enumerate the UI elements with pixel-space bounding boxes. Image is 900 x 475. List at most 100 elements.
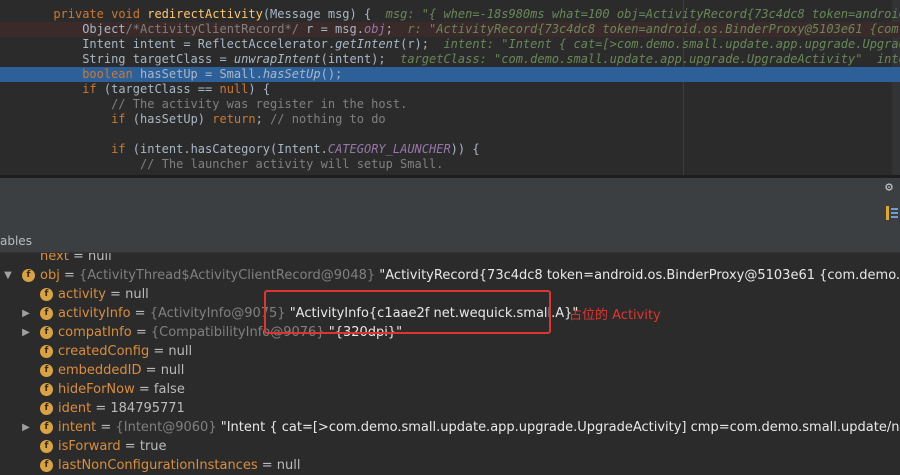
code-line[interactable]: // The activity was register in the host… — [0, 97, 900, 112]
code-line[interactable]: Object/*ActivityClientRecord*/ r = msg.o… — [0, 22, 900, 37]
code-token: msg: "{ when=-18s980ms what=100 obj=Acti… — [385, 7, 900, 21]
field-icon: f — [40, 459, 53, 472]
variable-equals: = — [131, 325, 151, 340]
variable-value: null — [125, 287, 149, 302]
code-token: ) { — [248, 82, 271, 96]
variable-name: lastNonConfigurationInstances — [58, 458, 258, 473]
variable-content: lastNonConfigurationInstances = null — [58, 456, 300, 475]
code-line[interactable] — [0, 127, 900, 142]
code-token: private void — [53, 7, 148, 21]
variable-row-createdConfig[interactable]: f createdConfig = null — [0, 342, 900, 361]
variable-name: activity — [58, 287, 106, 302]
variable-content: createdConfig = null — [58, 342, 192, 361]
code-token: (intent); — [320, 52, 401, 66]
code-token: (Message msg) { — [262, 7, 386, 21]
code-line-text: private void redirectActivity(Message ms… — [53, 7, 900, 22]
variable-equals: = — [105, 287, 126, 302]
code-token: Object — [82, 22, 126, 36]
variable-value: null — [160, 363, 185, 378]
code-line[interactable]: if (targetClass == null) { — [0, 82, 900, 97]
code-line[interactable]: if (intent.hasCategory(Intent.CATEGORY_L… — [0, 142, 900, 157]
variable-name: compatInfo — [58, 325, 132, 340]
code-token: // nothing to do — [270, 112, 386, 126]
expand-right-icon[interactable]: ▶ — [21, 418, 31, 437]
variable-equals: = — [59, 268, 79, 283]
code-editor[interactable]: private void redirectActivity(Message ms… — [0, 0, 900, 175]
code-line[interactable]: boolean hasSetUp = Small.hasSetUp(); — [0, 67, 900, 82]
variable-type: {Intent@9060} — [115, 420, 217, 435]
variable-row-lastNonConfigurationInstances[interactable]: f lastNonConfigurationInstances = null — [0, 456, 900, 475]
code-token: redirectActivity — [147, 7, 263, 21]
field-icon: f — [40, 345, 53, 358]
code-token: hasSetUp — [262, 67, 321, 81]
variable-row-next[interactable]: next = null — [0, 253, 900, 266]
variable-content: embeddedID = null — [58, 361, 184, 380]
variable-content: next = null — [40, 253, 112, 266]
variable-row-obj[interactable]: ▼ f obj = {ActivityThread$ActivityClientRe… — [0, 266, 900, 285]
code-line-text: String targetClass = unwrapIntent(intent… — [82, 52, 900, 67]
code-token: getIntent — [335, 37, 401, 51]
code-token: if — [111, 112, 133, 126]
code-token: (intent.hasCategory(Intent. — [132, 142, 328, 156]
variable-content: intent = {Intent@9060} "Intent { cat=[>c… — [58, 418, 900, 437]
expand-right-icon[interactable]: ▶ — [21, 323, 31, 342]
code-token: ; — [385, 22, 408, 36]
code-line-text: Intent intent = ReflectAccelerator.getIn… — [82, 37, 900, 52]
code-line[interactable]: String targetClass = unwrapIntent(intent… — [0, 52, 900, 67]
code-line[interactable]: Intent intent = ReflectAccelerator.getIn… — [0, 37, 900, 52]
annotation-label: 占位的 Activity — [569, 308, 661, 323]
variable-name: activityInfo — [58, 306, 131, 321]
variable-value: "Intent { cat=[>com.demo.small.update.ap… — [216, 420, 900, 435]
variable-row-intent[interactable]: ▶ f intent = {Intent@9060} "Intent { cat=[… — [0, 418, 900, 437]
variable-row-embeddedID[interactable]: f embeddedID = null — [0, 361, 900, 380]
field-icon: f — [40, 307, 53, 320]
variables-panel-header: ables — [0, 230, 900, 253]
expand-right-icon[interactable]: ▶ — [21, 304, 31, 323]
variable-name: obj — [40, 268, 60, 283]
code-token: null — [219, 82, 249, 96]
field-icon: f — [40, 326, 53, 339]
variables-panel-title: ables — [0, 234, 32, 248]
code-token: unwrapIntent — [233, 52, 321, 66]
code-token: (hasSetUp) — [132, 112, 213, 126]
variable-equals: = — [134, 382, 154, 397]
variable-value: null — [168, 344, 193, 359]
code-line[interactable]: // The launcher activity will setup Smal… — [0, 157, 900, 172]
code-token: (targetClass == — [103, 82, 220, 96]
variable-row-isForward[interactable]: f isForward = true — [0, 437, 900, 456]
code-token: // The launcher activity will setup Smal… — [139, 157, 444, 171]
code-token: CATEGORY_LAUNCHER — [327, 142, 451, 156]
variable-equals: = — [96, 420, 116, 435]
code-line[interactable]: private void redirectActivity(Message ms… — [0, 7, 900, 22]
field-icon: f — [40, 421, 53, 434]
variable-row-hideForNow[interactable]: f hideForNow = false — [0, 380, 900, 399]
code-token: )) { — [450, 142, 480, 156]
code-line-text: if (intent.hasCategory(Intent.CATEGORY_L… — [111, 142, 480, 157]
variable-equals: = — [257, 458, 277, 473]
field-icon: f — [40, 383, 53, 396]
code-line-text: // The activity was register in the host… — [111, 97, 407, 112]
code-token: ; — [255, 112, 271, 126]
code-token: if — [111, 142, 133, 156]
variables-tree[interactable]: next = null ▼ f obj = {ActivityThread$Activ… — [0, 253, 900, 475]
code-token: if — [82, 82, 104, 96]
variable-value: false — [153, 382, 185, 397]
field-icon: f — [40, 402, 53, 415]
code-line[interactable]: if (hasSetUp) return; // nothing to do — [0, 112, 900, 127]
code-line-text: Object/*ActivityClientRecord*/ r = msg.o… — [82, 22, 900, 37]
variable-content: hideForNow = false — [58, 380, 185, 399]
code-token: Intent intent = ReflectAccelerator. — [82, 37, 336, 51]
variable-value: null — [276, 458, 301, 473]
variable-equals: = — [91, 401, 111, 416]
code-line-text: // The launcher activity will setup Smal… — [140, 157, 443, 172]
expand-down-icon[interactable]: ▼ — [3, 266, 13, 285]
annotation-highlight-box — [264, 290, 551, 334]
code-token: r: "ActivityRecord{73c4dc8 token=android… — [407, 22, 900, 36]
code-line-text: if (hasSetUp) return; // nothing to do — [111, 112, 386, 127]
variable-name: embeddedID — [58, 363, 142, 378]
variable-equals: = — [149, 344, 169, 359]
restore-layout-icon[interactable] — [886, 206, 898, 220]
variable-row-ident[interactable]: f ident = 184795771 — [0, 399, 900, 418]
variable-value: "ActivityRecord{73c4dc8 token=android.os… — [375, 268, 900, 283]
gear-icon[interactable]: ⚙ — [882, 181, 896, 195]
